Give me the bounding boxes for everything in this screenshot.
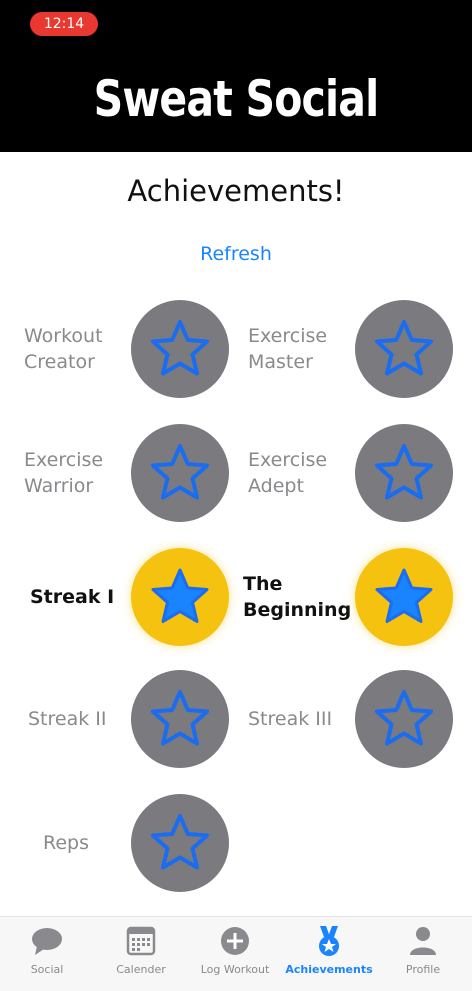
achievement-label-4: Streak I [30, 586, 115, 608]
achievement-badge-6[interactable] [131, 670, 229, 768]
star-icon [151, 690, 209, 746]
app-brand-title: Sweat Social [93, 70, 380, 128]
star-icon [151, 814, 209, 870]
page-title: Achievements! [127, 174, 345, 208]
achievement-label-2: Exercise Warrior [24, 449, 104, 497]
calendar-icon [126, 926, 156, 956]
tab-bar: Social Calender Log Workout Achievements… [0, 916, 472, 991]
achievement-badge-3[interactable] [355, 424, 453, 522]
achievement-label-5: The Beginning [243, 573, 352, 621]
tab-label: Social [30, 963, 64, 976]
achievement-label-3: Exercise Adept [248, 449, 328, 497]
achievement-badge-8[interactable] [131, 794, 229, 892]
person-icon [410, 927, 436, 955]
tab-label: Calender [116, 963, 166, 976]
app-header: 12:14 Sweat Social [0, 0, 472, 152]
star-icon [375, 320, 433, 376]
achievement-label-6: Streak II [28, 708, 107, 730]
achievement-badge-7[interactable] [355, 670, 453, 768]
star-icon [151, 444, 209, 500]
achievements-screen: 12:14 Sweat Social Achievements! Refresh… [0, 0, 472, 991]
star-icon [375, 690, 433, 746]
chat-bubble-icon [32, 928, 62, 955]
achievement-label-8: Reps [43, 832, 89, 854]
achievement-badge-4[interactable] [131, 548, 229, 646]
tab-profile[interactable]: Profile [376, 925, 470, 985]
achievement-badge-5[interactable] [355, 548, 453, 646]
achievement-badge-2[interactable] [131, 424, 229, 522]
achievement-label-7: Streak III [248, 708, 333, 730]
tab-label: Profile [405, 963, 441, 976]
star-icon [151, 320, 209, 376]
tab-label: Achievements [285, 963, 373, 976]
plus-circle-icon [221, 927, 249, 955]
achievement-badge-0[interactable] [131, 300, 229, 398]
medal-icon [319, 926, 339, 956]
tab-log-workout[interactable]: Log Workout [188, 925, 282, 985]
achievement-label-1: Exercise Master [248, 325, 328, 373]
star-icon [375, 444, 433, 500]
achievement-badge-1[interactable] [355, 300, 453, 398]
star-filled-icon [375, 568, 433, 623]
status-time: 12:14 [30, 12, 98, 36]
tab-social[interactable]: Social [0, 925, 94, 985]
tab-achievements[interactable]: Achievements [282, 925, 376, 985]
star-filled-icon [151, 568, 209, 623]
tab-label: Log Workout [200, 963, 270, 976]
achievement-label-0: Workout Creator [24, 325, 103, 373]
tab-calender[interactable]: Calender [94, 925, 188, 985]
refresh-button[interactable]: Refresh [186, 240, 286, 268]
